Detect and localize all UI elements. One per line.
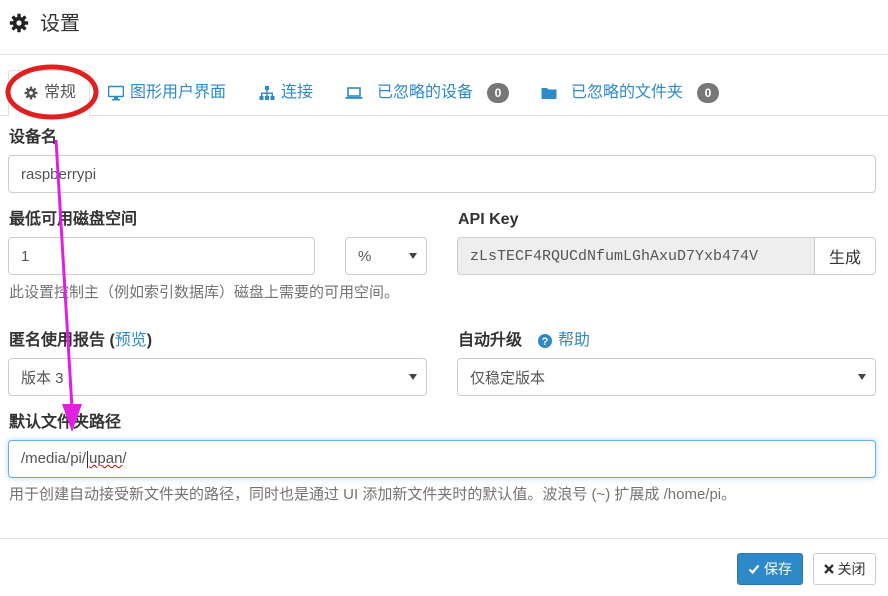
usage-report-label-text: 匿名使用报告 (	[9, 332, 115, 349]
tab-label: 已忽略的设备	[377, 84, 474, 101]
default-folder-help: 用于创建自动接受新文件夹的路径，同时也是通过 UI 添加新文件夹时的默认值。波浪…	[9, 486, 737, 503]
laptop-icon	[345, 87, 363, 99]
footer-divider	[0, 538, 888, 539]
chevron-down-icon	[409, 253, 417, 259]
header-divider	[0, 54, 888, 55]
generate-label: 生成	[828, 250, 861, 267]
default-folder-label: 默认文件夹路径	[9, 414, 122, 431]
tab-label: 已忽略的文件夹	[571, 84, 684, 101]
ignored-folders-count-badge: 0	[697, 83, 720, 103]
device-name-value: raspberrypi	[21, 165, 97, 183]
tab-ignored-devices[interactable]: 已忽略的设备 0	[345, 82, 510, 104]
close-label: 关闭	[837, 561, 866, 577]
default-folder-input[interactable]: /media/pi/upan/	[8, 440, 876, 478]
tab-label: 连接	[281, 84, 314, 101]
auto-upgrade-help-link[interactable]: ? 帮助	[538, 331, 590, 351]
tabs-divider	[0, 115, 888, 116]
chevron-down-icon	[409, 374, 417, 380]
help-link-label: 帮助	[558, 332, 591, 349]
tab-ignored-folders[interactable]: 已忽略的文件夹 0	[541, 82, 720, 104]
svg-text:?: ?	[542, 336, 549, 348]
tab-label: 常规	[44, 84, 77, 101]
generate-api-key-button[interactable]: 生成	[815, 237, 876, 275]
auto-upgrade-label: 自动升级	[458, 332, 523, 349]
api-key-value: zLsTECF4RQUCdNfumLGhAxuD7Yxb474V	[470, 247, 759, 265]
usage-report-preview-link[interactable]: 预览	[115, 332, 147, 349]
api-key-label: API Key	[458, 211, 519, 228]
misspelled-word: upan	[89, 450, 123, 468]
sitemap-icon	[259, 86, 275, 100]
default-folder-value: /media/pi/upan/	[21, 450, 127, 468]
auto-upgrade-select[interactable]: 仅稳定版本	[457, 358, 876, 396]
device-name-label: 设备名	[9, 129, 58, 146]
tab-gui[interactable]: 图形用户界面	[108, 82, 226, 104]
device-name-input[interactable]: raspberrypi	[8, 155, 876, 193]
usage-report-label: 匿名使用报告 (预览)	[9, 331, 152, 351]
usage-report-label-suffix: )	[146, 332, 153, 349]
check-icon	[748, 564, 760, 575]
min-disk-label: 最低可用磁盘空间	[9, 211, 138, 228]
api-key-input[interactable]: zLsTECF4RQUCdNfumLGhAxuD7Yxb474V	[457, 237, 815, 275]
folder-icon	[541, 88, 557, 99]
ignored-devices-count-badge: 0	[487, 83, 510, 103]
default-folder-value-suffix: /	[122, 450, 127, 468]
tab-label: 图形用户界面	[130, 84, 227, 101]
close-button[interactable]: 关闭	[813, 553, 876, 585]
auto-upgrade-label-row: 自动升级 ? 帮助	[458, 331, 590, 351]
default-folder-value-prefix: /media/pi/	[21, 450, 87, 468]
usage-report-select[interactable]: 版本 3	[8, 358, 427, 396]
monitor-icon	[108, 85, 124, 101]
chevron-down-icon	[858, 374, 866, 380]
min-disk-help: 此设置控制主（例如索引数据库）磁盘上需要的可用空间。	[9, 284, 400, 301]
save-label: 保存	[764, 561, 792, 577]
page-title: 设置	[40, 13, 80, 35]
min-disk-input[interactable]: 1	[8, 237, 315, 275]
question-circle-icon: ?	[538, 334, 553, 348]
tab-connections[interactable]: 连接	[259, 82, 313, 104]
save-button[interactable]: 保存	[737, 553, 803, 585]
auto-upgrade-value: 仅稳定版本	[470, 369, 546, 387]
usage-report-value: 版本 3	[21, 369, 64, 387]
gear-icon	[24, 86, 38, 100]
min-disk-value: 1	[21, 247, 30, 265]
close-icon	[823, 564, 834, 574]
tab-general[interactable]: 常规	[24, 82, 76, 104]
gear-icon	[9, 13, 29, 33]
min-disk-unit-value: %	[358, 247, 372, 265]
text-cursor	[87, 450, 89, 468]
min-disk-unit-select[interactable]: %	[345, 237, 427, 275]
